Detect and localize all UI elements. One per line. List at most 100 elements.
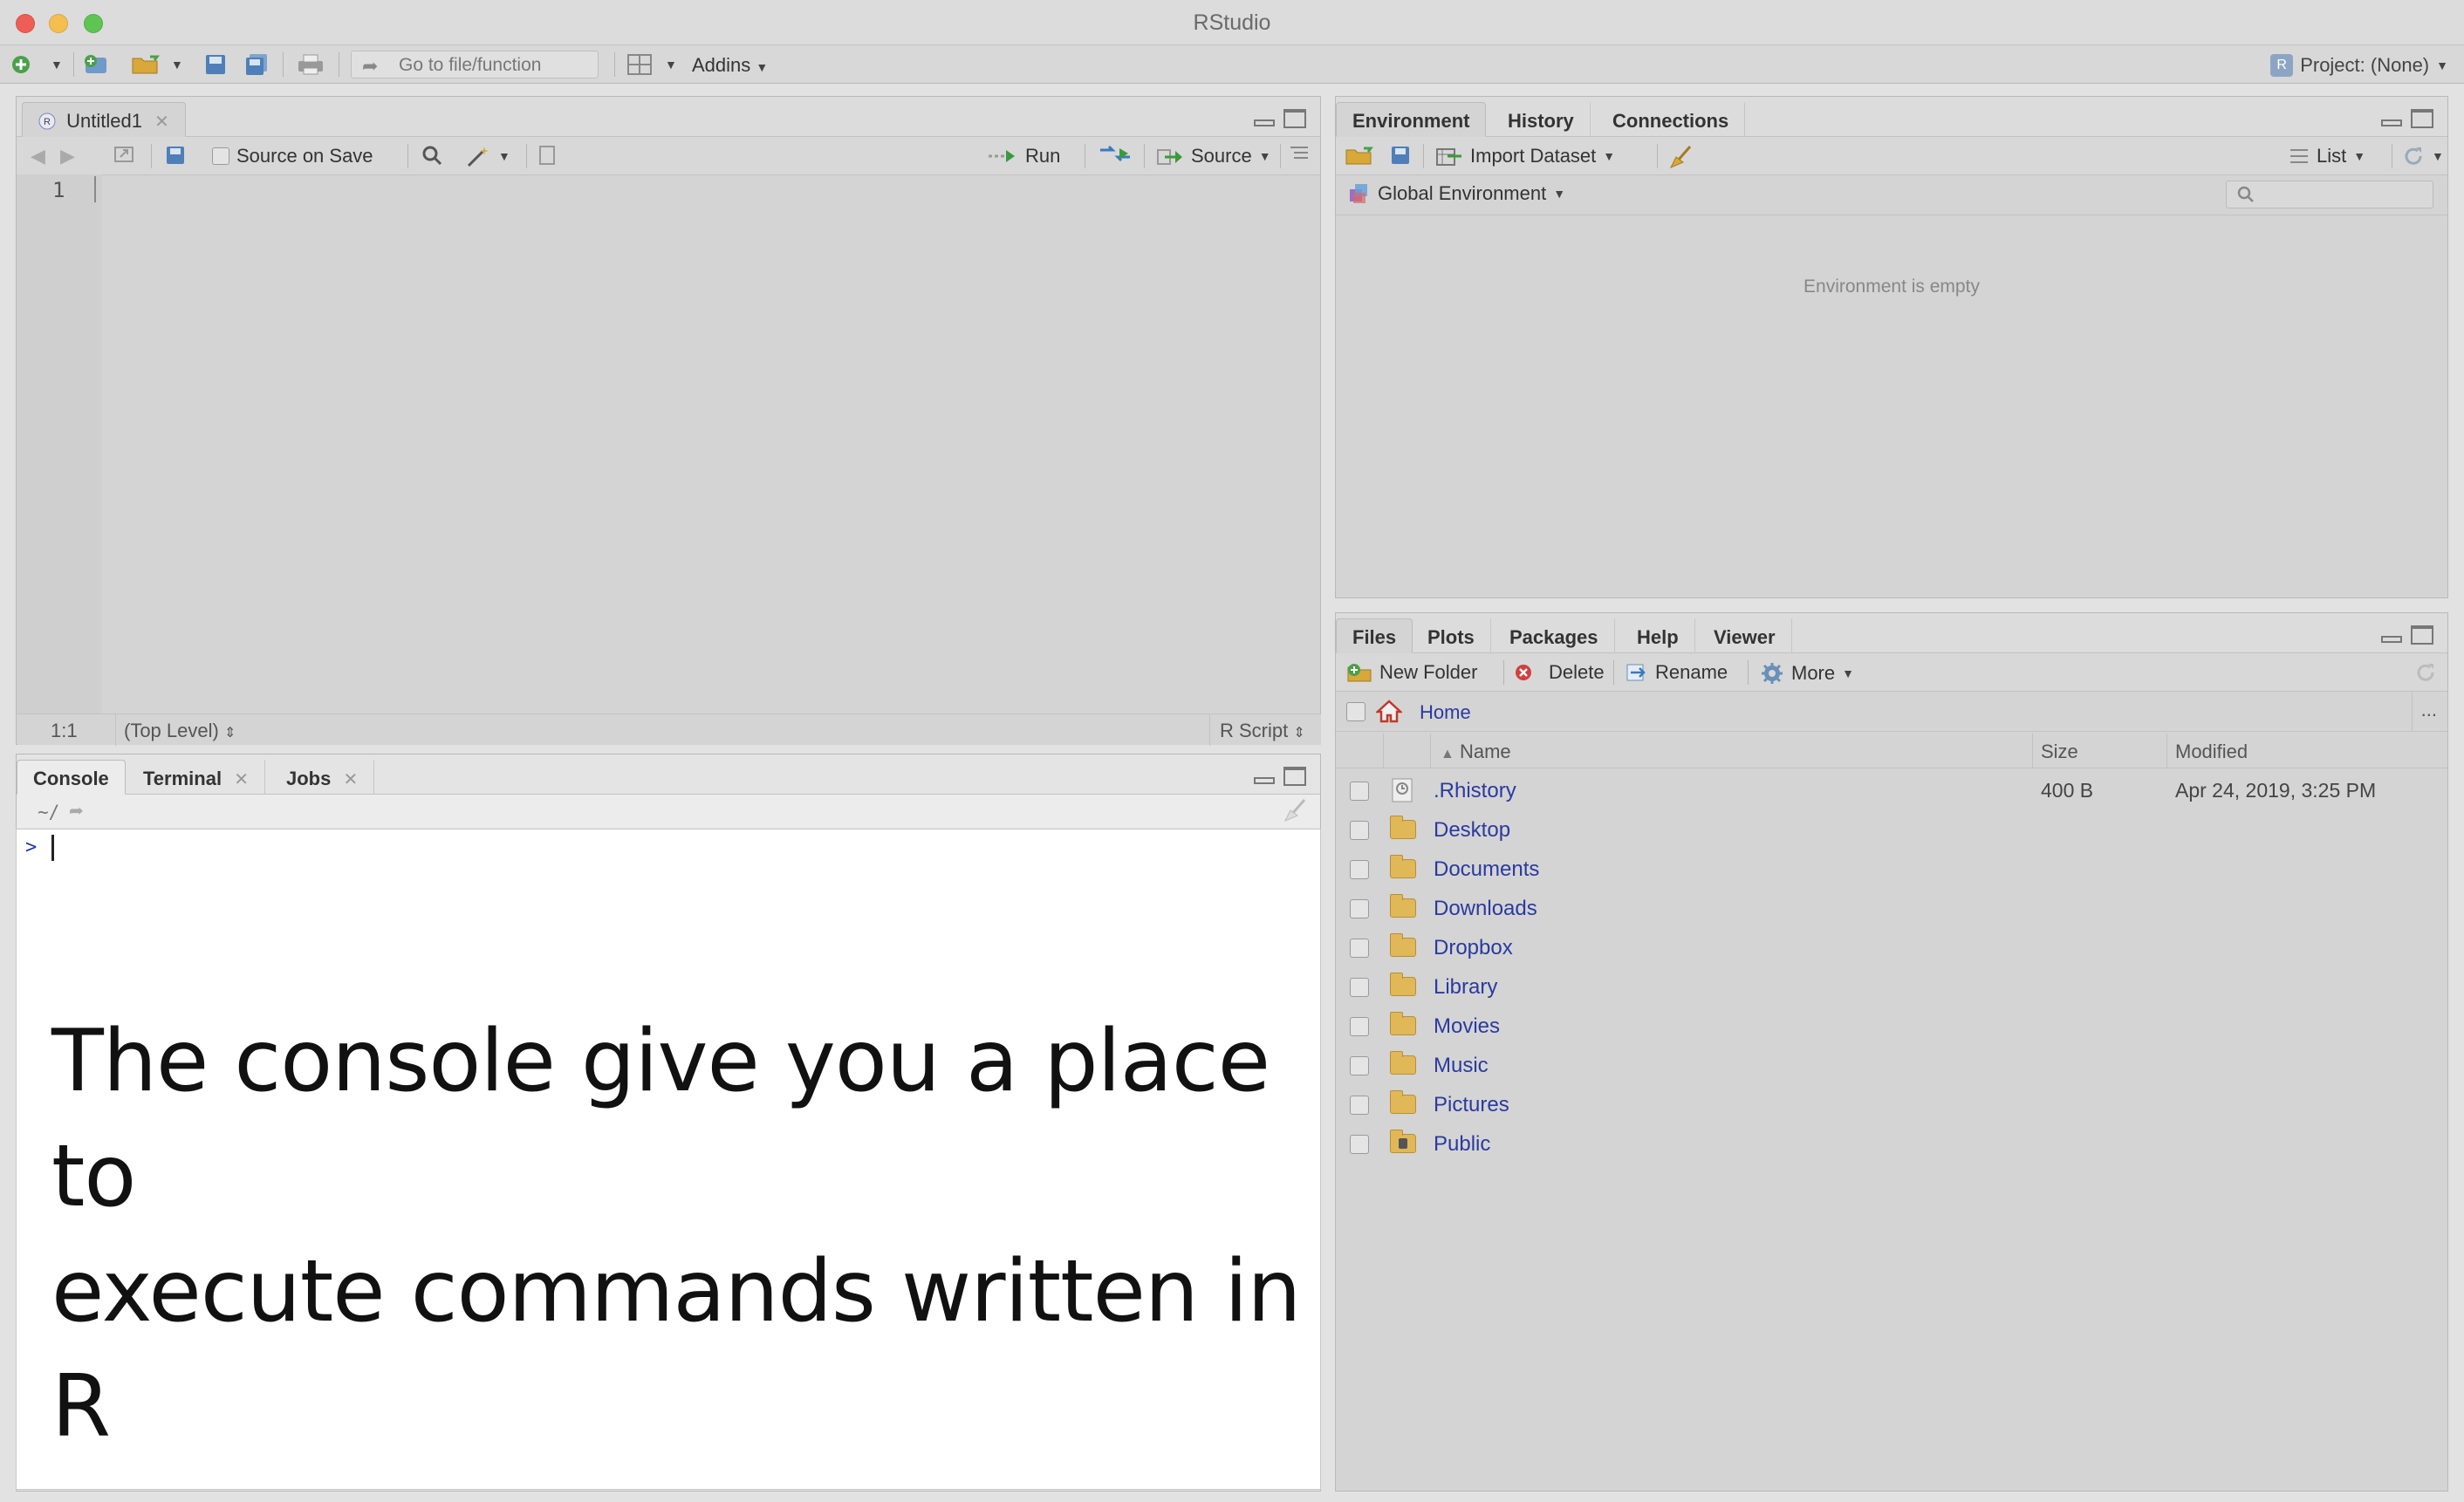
table-row[interactable]: Public: [1336, 1125, 2447, 1164]
home-icon[interactable]: [1374, 699, 1404, 727]
addins-menu[interactable]: Addins ▼: [692, 54, 768, 77]
close-jobs-tab-icon[interactable]: ✕: [343, 770, 358, 789]
maximize-pane-icon[interactable]: [2411, 625, 2433, 645]
select-all-checkbox[interactable]: [1346, 702, 1365, 721]
close-tab-icon[interactable]: ✕: [154, 113, 169, 132]
tab-viewer[interactable]: Viewer: [1697, 618, 1792, 653]
row-checkbox[interactable]: [1350, 939, 1369, 958]
compile-report-icon[interactable]: [538, 145, 556, 166]
overflow-menu[interactable]: ...: [2421, 699, 2437, 721]
refresh-files-icon[interactable]: [2414, 661, 2437, 684]
new-folder-button[interactable]: New Folder: [1346, 661, 1477, 684]
refresh-environment-icon[interactable]: ▼: [2402, 145, 2444, 167]
forward-icon[interactable]: ▶: [60, 145, 75, 167]
global-environment-dropdown[interactable]: Global Environment ▼: [1348, 182, 1565, 205]
file-name-link[interactable]: Library: [1434, 975, 1497, 1000]
go-to-directory-icon[interactable]: ➦: [69, 800, 84, 822]
new-file-icon[interactable]: [10, 52, 31, 77]
more-menu[interactable]: More ▼: [1760, 661, 1854, 686]
file-name-link[interactable]: Pictures: [1434, 1093, 1509, 1117]
view-mode-list-button[interactable]: List ▼: [2289, 145, 2365, 167]
open-file-icon[interactable]: [131, 52, 162, 77]
source-on-save-toggle[interactable]: Source on Save: [212, 145, 373, 167]
size-column-header[interactable]: Size: [2041, 741, 2078, 763]
maximize-pane-icon[interactable]: [1283, 109, 1306, 128]
code-tools-wand-icon[interactable]: ▼: [465, 145, 510, 167]
tab-jobs[interactable]: Jobs ✕: [270, 760, 375, 795]
outline-icon[interactable]: [1289, 145, 1310, 162]
save-icon[interactable]: [165, 145, 186, 166]
maximize-pane-icon[interactable]: [2411, 109, 2433, 128]
scope-selector[interactable]: (Top Level) ⇕: [124, 720, 236, 742]
name-column-header[interactable]: ▲ Name: [1441, 741, 1511, 763]
row-checkbox[interactable]: [1350, 1056, 1369, 1075]
file-name-link[interactable]: Movies: [1434, 1014, 1500, 1039]
breadcrumb-home[interactable]: Home: [1420, 701, 1471, 724]
file-name-link[interactable]: Dropbox: [1434, 936, 1513, 960]
console-output[interactable]: > The console give you a place to execut…: [16, 829, 1321, 1490]
table-row[interactable]: Movies: [1336, 1007, 2447, 1047]
tab-files[interactable]: Files: [1336, 618, 1413, 653]
tab-terminal[interactable]: Terminal ✕: [127, 760, 265, 795]
tab-plots[interactable]: Plots: [1411, 618, 1491, 653]
minimize-pane-icon[interactable]: [1254, 119, 1275, 126]
modified-column-header[interactable]: Modified: [2175, 741, 2248, 763]
table-row[interactable]: Dropbox: [1336, 929, 2447, 968]
open-file-dropdown-icon[interactable]: ▼: [171, 52, 183, 77]
tab-packages[interactable]: Packages: [1493, 618, 1615, 653]
clear-workspace-broom-icon[interactable]: [1667, 145, 1694, 169]
maximize-pane-icon[interactable]: [1283, 767, 1306, 786]
table-row[interactable]: Library: [1336, 968, 2447, 1007]
save-all-icon[interactable]: [244, 52, 270, 77]
table-row[interactable]: Downloads: [1336, 890, 2447, 929]
minimize-pane-icon[interactable]: [2381, 119, 2402, 126]
file-name-link[interactable]: Documents: [1434, 857, 1539, 882]
file-name-link[interactable]: Public: [1434, 1132, 1490, 1157]
new-project-icon[interactable]: [82, 52, 113, 77]
tab-help[interactable]: Help: [1620, 618, 1695, 653]
print-icon[interactable]: [297, 52, 325, 77]
row-checkbox[interactable]: [1350, 899, 1369, 918]
environment-search-input[interactable]: [2226, 181, 2433, 208]
table-row[interactable]: Music: [1336, 1047, 2447, 1086]
run-button[interactable]: Run: [987, 145, 1060, 167]
show-in-window-icon[interactable]: [113, 145, 135, 164]
table-row[interactable]: Documents: [1336, 850, 2447, 890]
table-row[interactable]: .Rhistory 400 B Apr 24, 2019, 3:25 PM: [1336, 772, 2447, 811]
rename-button[interactable]: Rename: [1626, 661, 1728, 684]
back-icon[interactable]: ◀: [31, 145, 45, 167]
save-workspace-icon[interactable]: [1390, 145, 1411, 166]
tab-untitled1[interactable]: R Untitled1 ✕: [22, 102, 186, 137]
go-to-file-input[interactable]: ➦ Go to file/function: [351, 51, 599, 79]
tab-history[interactable]: History: [1491, 102, 1591, 137]
tab-environment[interactable]: Environment: [1336, 102, 1487, 137]
row-checkbox[interactable]: [1350, 860, 1369, 879]
pane-layout-dropdown-icon[interactable]: ▼: [665, 52, 677, 77]
new-file-dropdown-icon[interactable]: ▼: [51, 52, 63, 77]
clear-console-broom-icon[interactable]: [1282, 798, 1308, 827]
row-checkbox[interactable]: [1350, 1135, 1369, 1154]
file-name-link[interactable]: Music: [1434, 1054, 1489, 1078]
source-on-save-checkbox[interactable]: [212, 147, 229, 165]
tab-connections[interactable]: Connections: [1596, 102, 1746, 137]
table-row[interactable]: Pictures: [1336, 1086, 2447, 1125]
file-name-link[interactable]: Downloads: [1434, 897, 1537, 921]
import-dataset-button[interactable]: Import Dataset ▼: [1435, 145, 1615, 167]
rerun-icon[interactable]: [1099, 145, 1132, 162]
load-workspace-icon[interactable]: [1345, 145, 1376, 166]
delete-button[interactable]: Delete: [1514, 661, 1605, 684]
row-checkbox[interactable]: [1350, 782, 1369, 801]
minimize-pane-icon[interactable]: [1254, 777, 1275, 784]
file-name-link[interactable]: .Rhistory: [1434, 779, 1516, 803]
table-row[interactable]: Desktop: [1336, 811, 2447, 850]
save-icon[interactable]: [204, 52, 227, 77]
close-terminal-tab-icon[interactable]: ✕: [234, 770, 249, 789]
row-checkbox[interactable]: [1350, 978, 1369, 997]
row-checkbox[interactable]: [1350, 821, 1369, 840]
code-editor[interactable]: [87, 174, 1319, 712]
file-name-link[interactable]: Desktop: [1434, 818, 1510, 843]
source-caret-icon[interactable]: ▼: [1259, 149, 1271, 163]
pane-layout-icon[interactable]: [626, 52, 653, 77]
row-checkbox[interactable]: [1350, 1096, 1369, 1115]
find-replace-icon[interactable]: [421, 145, 442, 166]
